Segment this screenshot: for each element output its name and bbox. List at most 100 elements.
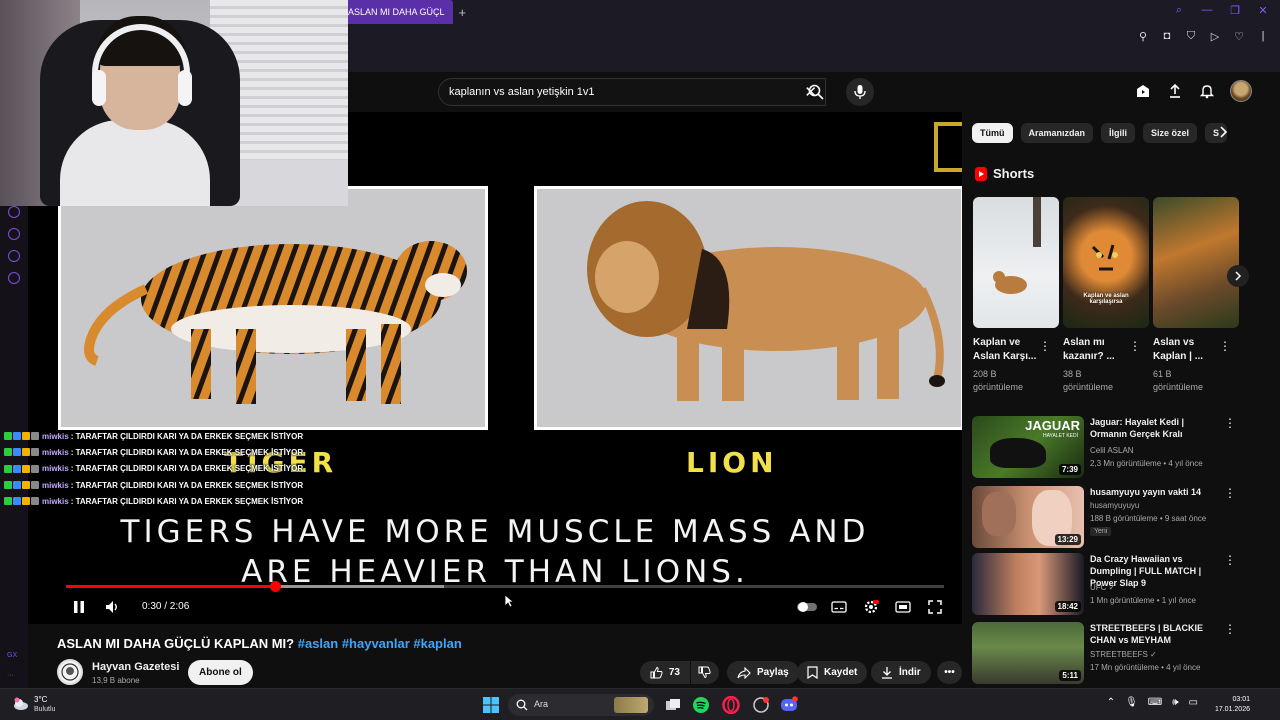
video-thumbnail[interactable]: 13:29 xyxy=(972,486,1084,548)
fullscreen-button[interactable] xyxy=(926,598,944,616)
channel-avatar[interactable] xyxy=(57,659,83,685)
weather-description[interactable]: Bulutlu xyxy=(34,706,55,713)
history-icon[interactable] xyxy=(8,228,20,240)
save-button[interactable]: Kaydet xyxy=(797,661,868,684)
pause-button[interactable] xyxy=(70,598,88,616)
recommended-video[interactable]: 13:29 husamyuyu yayın vakti 14 husamyuyu… xyxy=(972,486,1242,548)
rec-title[interactable]: Jaguar: Hayalet Kedi | Ormanın Gerçek Kr… xyxy=(1090,416,1222,440)
discord-icon[interactable] xyxy=(780,696,798,714)
filter-chip[interactable]: Tümü xyxy=(972,123,1013,143)
short-item[interactable]: Kaplan ve aslan karşılaşırsa Aslan mı ka… xyxy=(1063,197,1149,394)
kebab-menu-icon[interactable]: ⋮ xyxy=(1224,622,1236,636)
account-avatar[interactable] xyxy=(1230,80,1252,102)
extensions-icon[interactable] xyxy=(8,250,20,262)
subscribe-button[interactable]: Abone ol xyxy=(188,660,253,685)
taskbar-search[interactable]: Ara xyxy=(508,694,654,716)
network-icon[interactable]: ⌨︎ xyxy=(1148,697,1162,708)
weather-temperature[interactable]: 3°C xyxy=(34,695,47,704)
filter-chip[interactable]: İlgili xyxy=(1101,123,1136,143)
windows-start-icon[interactable] xyxy=(482,696,500,714)
heart-icon[interactable]: ♡ xyxy=(1232,30,1246,43)
task-view-icon[interactable] xyxy=(664,696,682,714)
maximize-icon[interactable]: ❐ xyxy=(1228,4,1242,17)
short-title[interactable]: Kaplan ve Aslan Karşı... xyxy=(973,336,1045,364)
video-thumbnail[interactable]: 5:11 xyxy=(972,622,1084,684)
settings-button[interactable] xyxy=(862,598,880,616)
play-icon[interactable]: ▷ xyxy=(1208,30,1222,43)
channel-name[interactable]: Hayvan Gazetesi xyxy=(92,661,179,673)
kebab-menu-icon[interactable]: ⋮ xyxy=(1039,339,1051,353)
kebab-menu-icon[interactable]: ⋮ xyxy=(1219,339,1231,353)
short-item[interactable]: Aslan vs Kaplan | ... 61 B görüntüleme ⋮ xyxy=(1153,197,1239,394)
video-thumbnail[interactable]: JAGUAR HAYALET KEDİ 7:39 xyxy=(972,416,1084,478)
short-title[interactable]: Aslan mı kazanır? ... xyxy=(1063,336,1135,364)
share-button[interactable]: Paylaş xyxy=(727,661,799,684)
short-title[interactable]: Aslan vs Kaplan | ... xyxy=(1153,336,1225,364)
search-query[interactable]: kaplanın vs aslan yetişkin 1v1 xyxy=(449,86,595,98)
theater-mode-button[interactable] xyxy=(894,598,912,616)
autoplay-toggle[interactable] xyxy=(796,598,818,616)
camera-icon[interactable]: ◘ xyxy=(1160,30,1174,43)
microphone-tray-icon[interactable]: 🎙︎ xyxy=(1125,697,1138,708)
like-button[interactable]: 73 xyxy=(640,661,690,684)
player-icon[interactable] xyxy=(8,206,20,218)
search-button[interactable] xyxy=(798,78,834,106)
volume-tray-icon[interactable]: 🕪︎ xyxy=(1172,697,1178,708)
subtitles-button[interactable] xyxy=(830,598,848,616)
shield-icon[interactable]: ⛉ xyxy=(1184,30,1198,43)
short-item[interactable]: Kaplan ve Aslan Karşı... 208 B görüntüle… xyxy=(973,197,1059,394)
recommended-video[interactable]: JAGUAR HAYALET KEDİ 7:39 Jaguar: Hayalet… xyxy=(972,416,1242,478)
cloudy-weather-icon[interactable] xyxy=(12,695,30,713)
progress-scrubber[interactable] xyxy=(269,581,281,592)
short-thumbnail[interactable] xyxy=(973,197,1059,328)
create-icon[interactable] xyxy=(1134,82,1152,100)
spotify-icon[interactable] xyxy=(692,696,710,714)
video-thumbnail[interactable]: 18:42 xyxy=(972,553,1084,615)
new-tab-button[interactable]: + xyxy=(459,5,467,20)
recommended-video[interactable]: 5:11 STREETBEEFS | BLACKIE CHAN vs MEYHA… xyxy=(972,622,1242,684)
recommended-video[interactable]: 18:42 Da Crazy Hawaiian vs Dumpling | FU… xyxy=(972,553,1242,615)
chat-text: : TARAFTAR ÇILDIRDI KARI YA DA ERKEK SEÇ… xyxy=(70,431,304,441)
tray-overflow-icon[interactable]: ⌃ xyxy=(1107,697,1115,708)
filter-chip[interactable]: Size özel xyxy=(1143,123,1198,143)
dislike-button[interactable] xyxy=(691,661,719,684)
kebab-menu-icon[interactable]: ⋮ xyxy=(1224,486,1236,500)
app-icon-with-badge[interactable] xyxy=(752,696,770,714)
short-thumbnail[interactable]: Kaplan ve aslan karşılaşırsa xyxy=(1063,197,1149,328)
more-icon[interactable]: ··· xyxy=(7,672,14,679)
rec-channel[interactable]: STREETBEEFS ✓ xyxy=(1090,650,1157,659)
close-window-icon[interactable]: ✕ xyxy=(1256,4,1270,17)
kebab-menu-icon[interactable]: ⋮ xyxy=(1224,553,1236,567)
search-tabs-icon[interactable]: ⌕ xyxy=(1172,4,1186,17)
filter-chips: Tümü Aramanızdan İlgili Size özel S xyxy=(972,123,1228,143)
battery-icon[interactable]: ▭ xyxy=(1189,697,1198,708)
kebab-menu-icon[interactable]: ⋮ xyxy=(1129,339,1141,353)
pin-icon[interactable]: ⚲ xyxy=(1136,30,1150,43)
more-horizontal-icon: ••• xyxy=(944,667,955,678)
search-input[interactable]: kaplanın vs aslan yetişkin 1v1 ✕ xyxy=(438,78,826,106)
notifications-bell-icon[interactable] xyxy=(1198,82,1216,100)
voice-search-button[interactable] xyxy=(846,78,874,106)
kebab-menu-icon[interactable]: ⋮ xyxy=(1224,416,1236,430)
shorts-next-button[interactable] xyxy=(1227,265,1249,287)
chips-next-button[interactable] xyxy=(1216,125,1230,144)
settings-icon[interactable] xyxy=(8,272,20,284)
browser-tab-active[interactable]: ASLAN MI DAHA GÜÇL xyxy=(340,0,453,24)
filter-chip[interactable]: Aramanızdan xyxy=(1020,123,1094,143)
taskbar-clock[interactable]: 03:01 17.01.2026 xyxy=(1215,695,1250,715)
volume-button[interactable] xyxy=(104,598,122,616)
minimize-icon[interactable]: — xyxy=(1200,4,1214,17)
more-actions-button[interactable]: ••• xyxy=(937,661,962,684)
short-thumbnail[interactable] xyxy=(1153,197,1239,328)
video-hashtags[interactable]: #aslan #hayvanlar #kaplan xyxy=(298,636,462,651)
rec-channel[interactable]: UFC ✓ xyxy=(1090,583,1115,592)
rec-title[interactable]: STREETBEEFS | BLACKIE CHAN vs MEYHAM xyxy=(1090,622,1222,646)
download-icon xyxy=(882,667,892,679)
rec-title[interactable]: husamyuyu yayın vakti 14 xyxy=(1090,486,1222,498)
rec-channel[interactable]: husamyuyuyu xyxy=(1090,501,1139,510)
rec-channel[interactable]: Celil ASLAN xyxy=(1090,446,1134,455)
upload-icon[interactable] xyxy=(1166,82,1184,100)
progress-bar[interactable] xyxy=(66,581,944,592)
opera-gx-icon[interactable] xyxy=(722,696,740,714)
download-button[interactable]: İndir xyxy=(871,661,931,684)
